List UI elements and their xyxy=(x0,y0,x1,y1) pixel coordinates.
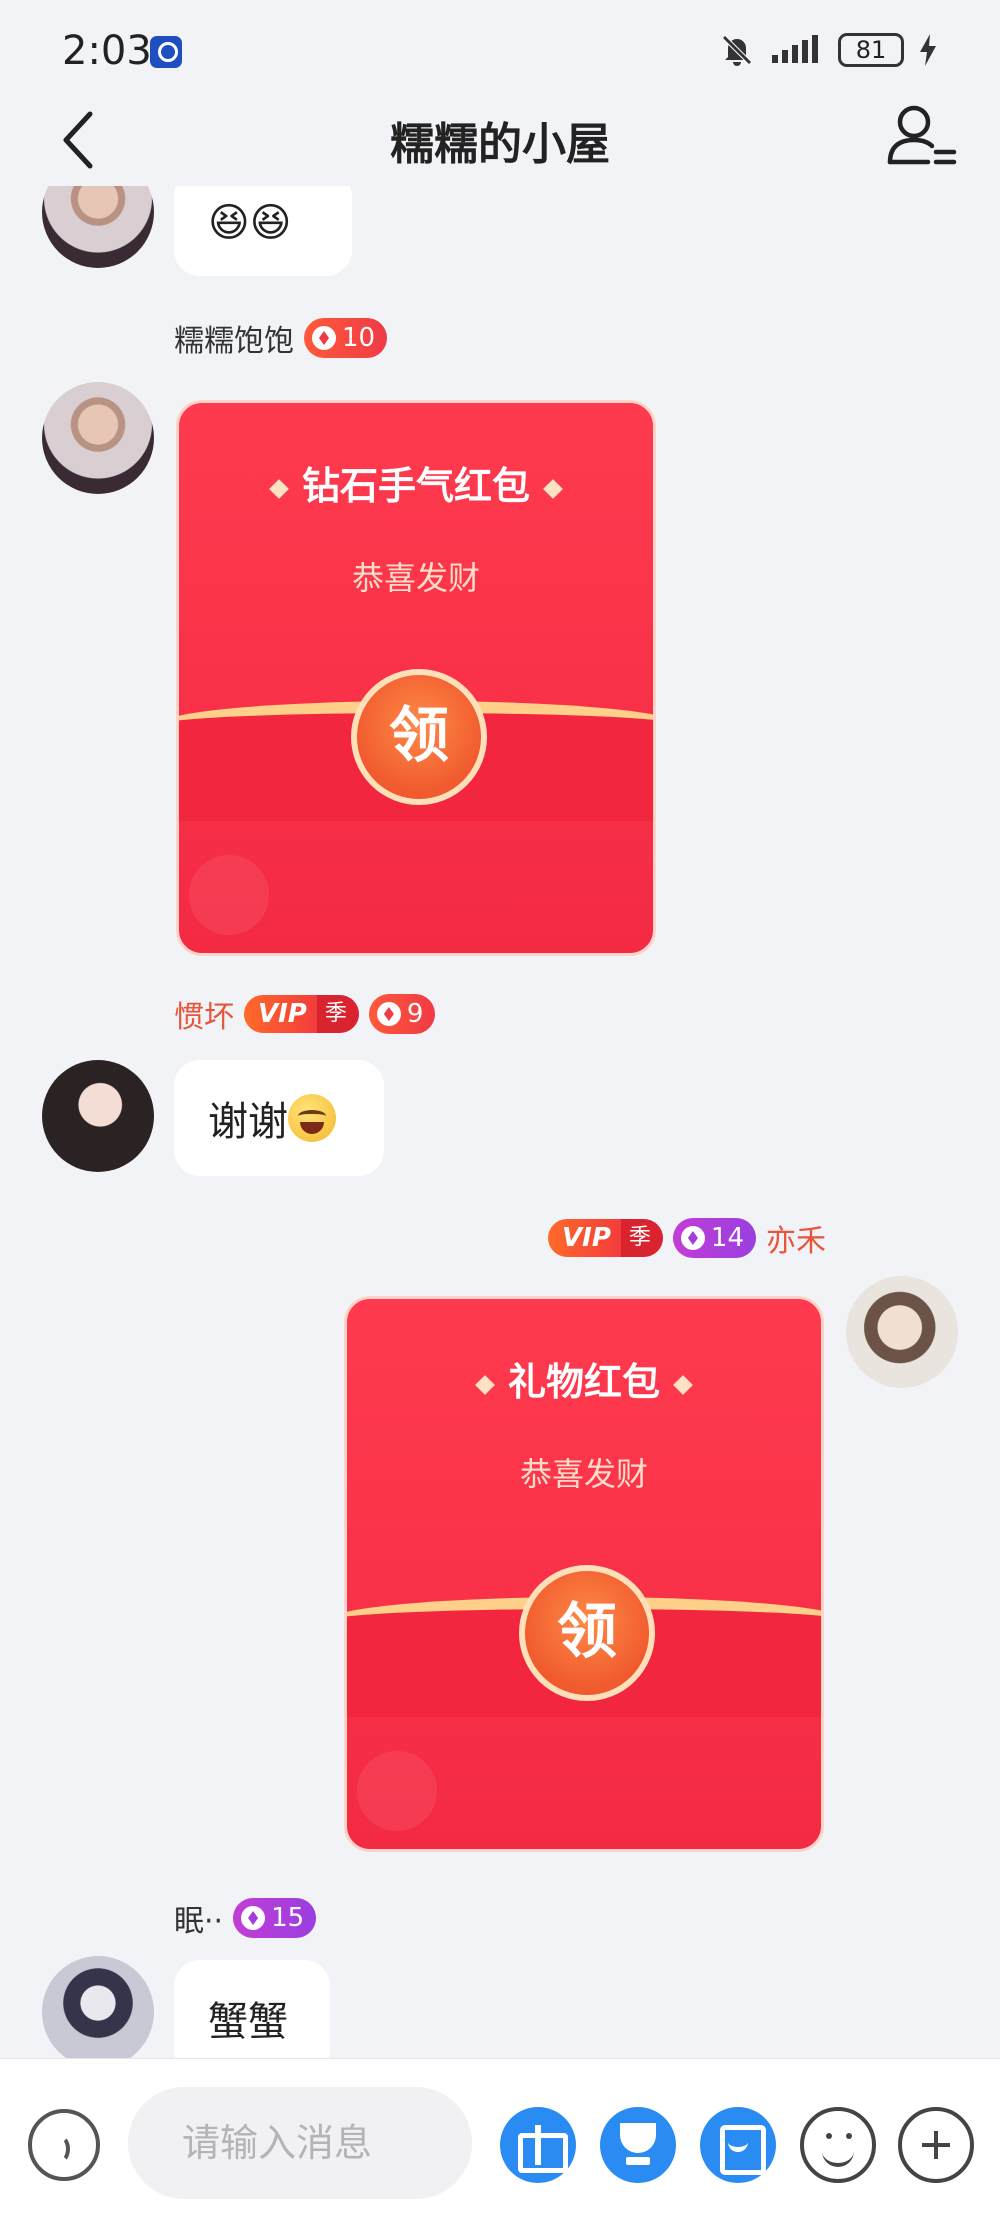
packet-subtitle: 恭喜发财 xyxy=(351,559,480,597)
message-bubble[interactable]: 谢谢 xyxy=(174,1060,384,1176)
level-value: 10 xyxy=(342,323,376,353)
diamond-decoration-icon xyxy=(673,1374,693,1395)
diamond-decoration-icon xyxy=(269,478,289,499)
message-list[interactable]: 😆😆 糯糯饱饱 10 钻石手气红包 恭喜发财 领 惯坏 VIP 季 9 谢谢 V… xyxy=(0,186,1000,2058)
diamond-decoration-icon xyxy=(475,1374,495,1395)
avatar[interactable] xyxy=(42,382,154,494)
sender-name: 亦禾 xyxy=(766,1224,826,1259)
sender-row: VIP 季 14 亦禾 xyxy=(548,1216,826,1260)
sender-name: 糯糯饱饱 xyxy=(174,324,294,359)
packet-title: 礼物红包 xyxy=(347,1351,821,1406)
gift-icon[interactable] xyxy=(500,2107,576,2183)
battery-indicator: 81 xyxy=(838,33,904,67)
avatar[interactable] xyxy=(846,1276,958,1388)
avatar[interactable] xyxy=(42,1060,154,1172)
vip-badge: VIP 季 xyxy=(244,995,359,1033)
packet-subtitle: 恭喜发财 xyxy=(519,1455,648,1493)
trophy-icon[interactable] xyxy=(600,2107,676,2183)
level-badge: 9 xyxy=(368,994,436,1034)
emoji-icon[interactable] xyxy=(800,2107,876,2183)
sender-name: 眠·· xyxy=(174,1904,224,1939)
message-bubble[interactable]: 😆😆 xyxy=(174,186,352,276)
signal-icon xyxy=(772,35,818,63)
sender-row: 眠·· 15 xyxy=(174,1896,317,1940)
red-packet-card[interactable]: 礼物红包 恭喜发财 领 xyxy=(344,1296,824,1852)
voice-icon[interactable] xyxy=(28,2109,100,2181)
red-packet-icon[interactable] xyxy=(700,2107,776,2183)
sender-row: 糯糯饱饱 10 xyxy=(174,316,388,360)
plus-icon[interactable] xyxy=(898,2107,974,2183)
charging-bolt-icon xyxy=(920,34,936,66)
open-packet-button[interactable]: 领 xyxy=(519,1565,655,1701)
diamond-decoration-icon xyxy=(543,478,563,499)
level-badge: 14 xyxy=(672,1218,756,1258)
level-value: 9 xyxy=(406,999,424,1029)
diamond-icon xyxy=(241,1906,266,1930)
diamond-icon xyxy=(680,1226,705,1250)
status-bar: 2:03 81 xyxy=(0,0,1000,100)
message-text: 蟹蟹 xyxy=(208,1999,288,2045)
packet-decoration xyxy=(189,855,269,935)
sender-name: 惯坏 xyxy=(174,1000,234,1035)
input-toolbar xyxy=(0,2058,1000,2225)
message-input[interactable] xyxy=(128,2087,472,2199)
level-value: 14 xyxy=(710,1223,744,1253)
packet-title: 钻石手气红包 xyxy=(179,455,653,510)
status-indicators: 81 xyxy=(720,30,938,70)
level-value: 15 xyxy=(271,1903,305,1933)
smile-emoji-icon xyxy=(288,1094,336,1142)
message-text: 谢谢 xyxy=(208,1099,288,1145)
message-bubble[interactable]: 蟹蟹 xyxy=(174,1960,330,2058)
avatar[interactable] xyxy=(42,186,154,268)
chat-header: 糯糯的小屋 xyxy=(0,90,1000,190)
open-packet-button[interactable]: 领 xyxy=(351,669,487,805)
red-packet-card[interactable]: 钻石手气红包 恭喜发财 领 xyxy=(176,400,656,956)
message-text: 😆😆 xyxy=(208,200,292,246)
vip-badge: VIP 季 xyxy=(548,1219,663,1257)
level-badge: 15 xyxy=(233,1898,317,1938)
packet-decoration xyxy=(357,1751,437,1831)
app-notification-icon xyxy=(150,36,182,68)
level-badge: 10 xyxy=(304,318,388,358)
status-time: 2:03 xyxy=(62,28,152,74)
diamond-icon xyxy=(376,1002,401,1026)
avatar[interactable] xyxy=(42,1956,154,2058)
sender-row: 惯坏 VIP 季 9 xyxy=(174,992,436,1036)
page-title: 糯糯的小屋 xyxy=(390,119,610,170)
diamond-icon xyxy=(312,326,336,350)
mute-bell-icon xyxy=(722,35,752,66)
user-settings-icon[interactable] xyxy=(882,96,962,176)
